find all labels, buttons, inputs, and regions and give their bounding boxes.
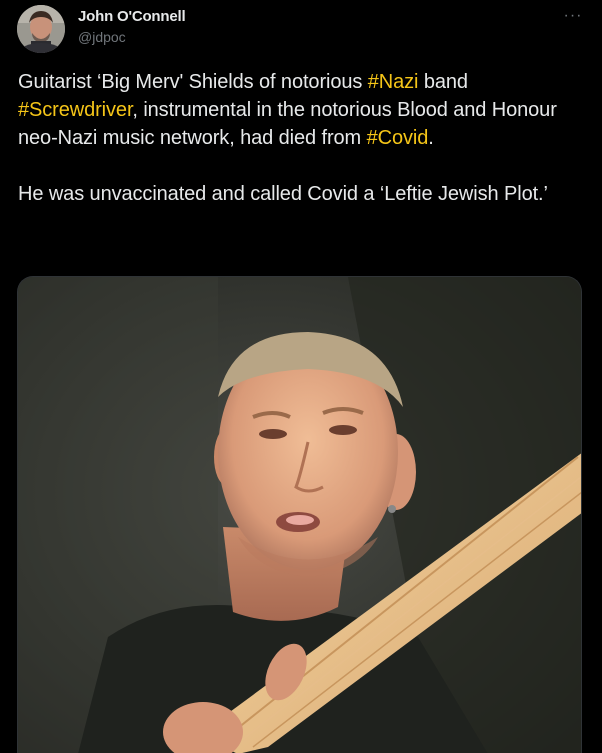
author-name[interactable]: John O'Connell (78, 8, 186, 25)
text-segment: band (418, 71, 468, 93)
text-segment: Guitarist ‘Big Merv' Shields of notoriou… (18, 71, 368, 93)
more-horizontal-icon[interactable]: ··· (560, 6, 586, 26)
text-segment: . (428, 127, 434, 149)
avatar[interactable] (17, 5, 65, 53)
tweet-paragraph: Guitarist ‘Big Merv' Shields of notoriou… (18, 68, 588, 152)
tweet-text: Guitarist ‘Big Merv' Shields of notoriou… (18, 68, 588, 208)
tweet-paragraph: He was unvaccinated and called Covid a ‘… (18, 183, 548, 205)
hashtag-nazi[interactable]: #Nazi (368, 71, 419, 93)
hashtag-covid[interactable]: #Covid (367, 127, 429, 149)
tweet-photo[interactable] (17, 276, 582, 753)
author-handle[interactable]: @jdpoc (78, 29, 126, 45)
tweet: John O'Connell @jdpoc ··· Guitarist ‘Big… (0, 0, 602, 753)
hashtag-screwdriver[interactable]: #Screwdriver (18, 99, 133, 121)
